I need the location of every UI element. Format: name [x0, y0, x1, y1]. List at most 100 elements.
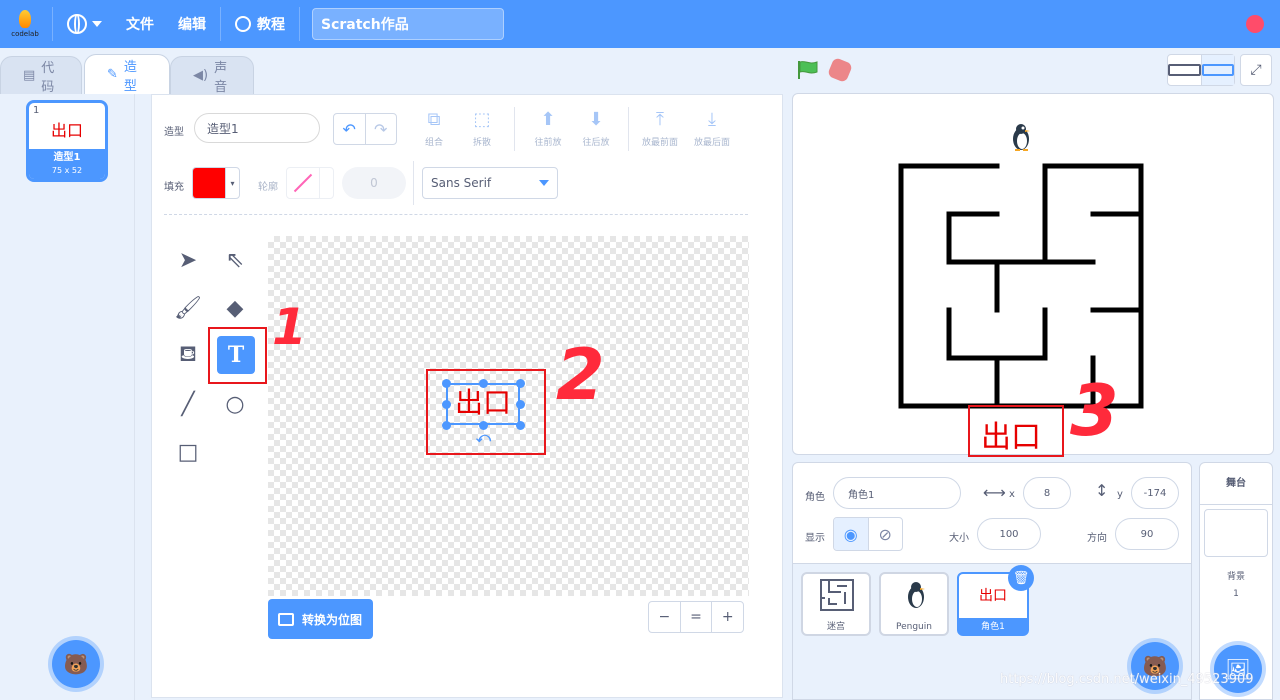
divider	[164, 214, 748, 215]
group-icon: ⧉	[427, 109, 441, 130]
sprite-label: 角色	[805, 492, 825, 503]
y-input[interactable]: -174	[1131, 477, 1179, 509]
caret-down-icon: ▾	[225, 168, 239, 198]
eraser-icon: ◆	[226, 295, 244, 321]
backward-label: 往后放	[582, 138, 610, 148]
maze-thumbnail	[820, 579, 854, 611]
lightbulb-icon	[235, 16, 251, 32]
cat-add-icon: 🐻	[63, 652, 89, 676]
zoom-controls: − = +	[648, 601, 744, 633]
size-input[interactable]: 100	[977, 518, 1041, 550]
record-icon[interactable]	[1246, 15, 1264, 33]
logo-text: codelab	[11, 30, 39, 38]
delete-sprite-button[interactable]: 🗑	[1008, 565, 1034, 591]
back-label: 放最后面	[693, 138, 730, 148]
large-stage-button[interactable]	[1200, 55, 1234, 85]
sprite-item[interactable]: 迷宫	[801, 572, 871, 636]
reshape-icon: ⇖	[225, 247, 245, 273]
front-button[interactable]: ⤒ 放最前面	[636, 109, 684, 148]
costume-preview-text: 出口	[50, 121, 83, 140]
stage[interactable]: 出口	[792, 93, 1274, 455]
globe-icon	[67, 14, 87, 34]
tab-code[interactable]: ▤ 代码	[0, 56, 82, 95]
select-tool[interactable]: ➤	[169, 241, 207, 279]
horizontal-arrow-icon: ⟷	[983, 483, 1006, 502]
fullscreen-button[interactable]: ⤢	[1240, 54, 1272, 86]
arrow-top-icon: ⤒	[656, 109, 664, 130]
zoom-reset-icon[interactable]: =	[679, 602, 712, 632]
sprite-info-panel: 角色 角色1 ⟷ x 8 ↕ y -174 显示 ◉ ⊘ 大小 100 方向 9…	[792, 462, 1192, 564]
logo[interactable]: codelab	[0, 0, 50, 48]
annotation-number: 1	[272, 298, 307, 356]
stage-selector[interactable]: 舞台 背景 1 🖼	[1199, 462, 1273, 700]
costume-footer: 造型1 75 x 52	[29, 149, 105, 179]
back-button[interactable]: ⤓ 放最后面	[688, 109, 736, 148]
forward-label: 往前放	[534, 138, 562, 148]
ungroup-label: 拆散	[472, 138, 491, 148]
size-label: 大小	[949, 533, 969, 544]
undo-icon[interactable]: ↶	[334, 114, 365, 144]
zoom-in-icon[interactable]: +	[711, 602, 743, 632]
costume-item[interactable]: 1 出口 造型1 75 x 52	[26, 100, 108, 182]
group-button[interactable]: ⧉ 组合	[410, 109, 458, 148]
tab-costumes[interactable]: ✎ 造型	[84, 54, 170, 94]
trash-icon: 🗑	[1012, 570, 1030, 586]
reshape-tool[interactable]: ⇖	[216, 241, 254, 279]
annotation-number: 3	[1070, 370, 1119, 452]
fill-color-picker[interactable]: ▾	[192, 167, 240, 199]
vertical-arrow-icon: ↕	[1095, 481, 1109, 500]
undo-redo-group: ↶ ↷	[333, 113, 397, 145]
y-label: y	[1117, 489, 1123, 500]
sprite-name-input[interactable]: 角色1	[833, 477, 961, 509]
font-dropdown[interactable]: Sans Serif	[422, 167, 558, 199]
tab-costumes-label: 造型	[123, 59, 137, 94]
eye-icon[interactable]: ◉	[834, 518, 869, 550]
convert-to-bitmap-button[interactable]: 转换为位图	[268, 599, 373, 639]
costume-name-input[interactable]: 造型1	[194, 113, 320, 143]
penguin-sprite[interactable]	[1008, 122, 1034, 152]
image-icon	[278, 612, 294, 626]
add-costume-button[interactable]: 🐻	[52, 640, 100, 688]
brush-tool[interactable]: 🖌	[169, 289, 207, 327]
annotation-number: 2	[556, 334, 605, 416]
direction-input[interactable]: 90	[1115, 518, 1179, 550]
outline-width-input[interactable]: 0	[342, 167, 406, 199]
file-menu[interactable]: 文件	[114, 0, 166, 48]
green-flag-icon[interactable]	[797, 60, 819, 80]
small-stage-button[interactable]	[1168, 55, 1201, 85]
rectangle-tool[interactable]: □	[169, 433, 207, 471]
fill-tool[interactable]: ⛾	[169, 337, 207, 375]
rectangle-icon: □	[177, 439, 199, 465]
tab-sounds[interactable]: ◀) 声音	[170, 56, 254, 95]
eye-hidden-icon[interactable]: ⊘	[869, 518, 903, 550]
visibility-toggle: ◉ ⊘	[833, 517, 903, 551]
costume-name-label: 造型	[164, 127, 184, 138]
menu-separator	[220, 7, 221, 41]
circle-tool[interactable]: ○	[216, 385, 254, 423]
redo-icon[interactable]: ↷	[364, 114, 397, 144]
tutorial-menu[interactable]: 教程	[223, 0, 297, 48]
sprite-item[interactable]: Penguin	[879, 572, 949, 636]
project-title-input[interactable]: Scratch作品	[312, 8, 504, 40]
stop-icon[interactable]	[826, 56, 854, 84]
eraser-tool[interactable]: ◆	[216, 289, 254, 327]
ungroup-button[interactable]: ⬚ 拆散	[458, 109, 506, 148]
backward-button[interactable]: ⬇ 往后放	[572, 109, 620, 148]
menu-separator	[299, 7, 300, 41]
outline-label: 轮廓	[258, 182, 278, 193]
language-menu[interactable]	[55, 0, 114, 48]
menu-bar: codelab 文件 编辑 教程 Scratch作品	[0, 0, 1280, 48]
circle-icon: ○	[225, 391, 245, 417]
tab-sounds-label: 声音	[214, 60, 228, 95]
outline-color-picker[interactable]	[286, 167, 334, 199]
edit-menu[interactable]: 编辑	[166, 0, 218, 48]
caret-down-icon	[319, 168, 333, 198]
brush-icon: 🖌	[174, 295, 202, 321]
line-tool[interactable]: ╱	[169, 385, 207, 423]
zoom-out-icon[interactable]: −	[649, 602, 680, 632]
forward-button[interactable]: ⬆ 往前放	[524, 109, 572, 148]
menu-separator	[52, 7, 53, 41]
x-input[interactable]: 8	[1023, 477, 1071, 509]
backdrop-thumbnail	[1204, 509, 1268, 557]
arrow-bottom-icon: ⤓	[708, 109, 716, 130]
